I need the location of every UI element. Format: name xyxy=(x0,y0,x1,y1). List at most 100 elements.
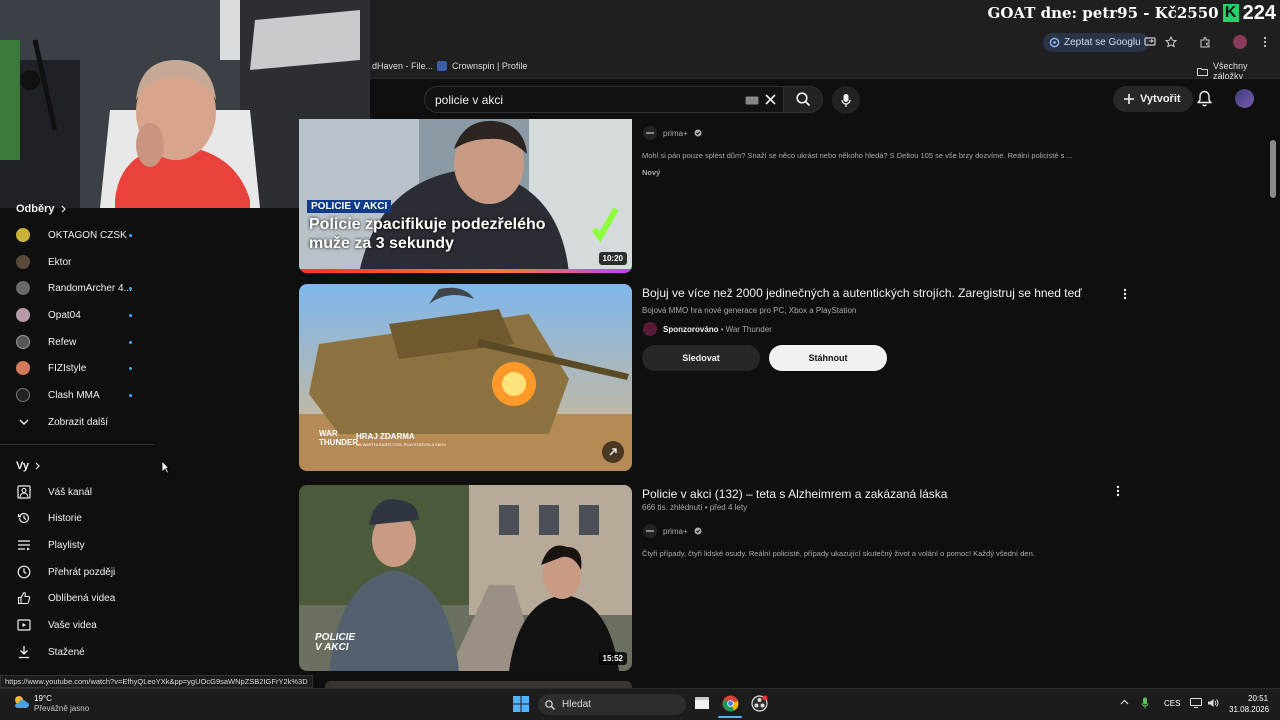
obs-icon[interactable] xyxy=(751,695,768,712)
verified-check-icon xyxy=(694,129,702,137)
channel-avatar xyxy=(16,281,30,295)
download-button[interactable]: Stáhnout xyxy=(769,345,887,371)
sidebar-item-opat04[interactable]: Opat04 xyxy=(16,305,156,325)
goat-text: GOAT dne: petr95 - Kč2550 xyxy=(987,4,1219,22)
sidebar-item-refew[interactable]: Refew xyxy=(16,332,156,352)
sidebar-item-randomarcher[interactable]: RandomArcher 4... xyxy=(16,278,156,298)
sidebar-item-liked-videos[interactable]: Oblíbená videa xyxy=(16,588,156,608)
ad-subtitle: Bojová MMO hra nové generace pro PC, Xbo… xyxy=(642,306,857,315)
sidebar-item-label: Opat04 xyxy=(48,309,81,321)
ask-google-button[interactable]: Zeptat se Googlu xyxy=(1043,33,1149,52)
microphone-icon xyxy=(841,93,851,108)
bookmark-label: dHaven - File... xyxy=(372,61,434,71)
new-content-dot xyxy=(129,366,132,370)
sidebar: Odběry OKTAGON CZSK Ektor RandomArcher 4… xyxy=(0,203,170,678)
sidebar-item-your-videos[interactable]: Vaše videa xyxy=(16,615,156,635)
network-icon[interactable] xyxy=(1190,698,1202,708)
show-more-button[interactable]: Zobrazit další xyxy=(16,412,156,432)
sidebar-item-clash-mma[interactable]: Clash MMA xyxy=(16,385,156,405)
keyboard-icon[interactable] xyxy=(745,96,759,105)
download-icon xyxy=(16,644,32,660)
channel-link[interactable]: prima+ xyxy=(643,524,702,538)
ad-thumbnail[interactable]: WAR THUNDER HRAJ ZDARMA NA WARTHUNDER.CO… xyxy=(299,284,632,471)
search-button[interactable] xyxy=(783,86,823,113)
screen-share-icon[interactable] xyxy=(1141,33,1159,51)
google-lens-icon xyxy=(1049,37,1060,48)
sidebar-item-ektor[interactable]: Ektor xyxy=(16,252,156,272)
subscriptions-title: Odběry xyxy=(16,203,55,215)
thumb-title-line-1: Policie zpacifikuje podezřelého xyxy=(309,216,546,233)
sidebar-item-label: Oblíbená videa xyxy=(48,592,116,604)
external-link-icon[interactable] xyxy=(602,441,624,463)
channel-avatar xyxy=(16,308,30,322)
history-icon xyxy=(16,510,32,526)
more-options-icon[interactable] xyxy=(1118,287,1132,301)
weather-icon[interactable] xyxy=(12,694,30,710)
channel-name: prima+ xyxy=(663,526,688,536)
star-bookmark-icon[interactable] xyxy=(1162,33,1180,51)
taskbar-search[interactable]: Hledat xyxy=(538,694,686,715)
ad-advertiser[interactable]: Sponzorováno • War Thunder xyxy=(643,322,772,336)
subscribe-button[interactable]: Sledovat xyxy=(642,345,760,371)
video-title[interactable]: Policie v akci (132) – teta s Alzheimrem… xyxy=(642,487,947,501)
channel-avatar xyxy=(16,335,30,349)
sidebar-item-label: Stažené xyxy=(48,646,85,658)
file-explorer-icon[interactable] xyxy=(694,696,710,710)
thumb-title-line-2: muže za 3 sekundy xyxy=(309,235,454,252)
sidebar-item-watch-later[interactable]: Přehrát později xyxy=(16,562,156,582)
channel-avatar xyxy=(16,361,30,375)
profile-avatar[interactable] xyxy=(1233,35,1247,49)
sidebar-item-fizistyle[interactable]: FIZIstyle xyxy=(16,358,156,378)
kick-logo: K xyxy=(1222,4,1239,22)
windows-start-icon[interactable] xyxy=(513,696,529,712)
page-scrollbar[interactable] xyxy=(1270,140,1276,198)
verified-check-icon xyxy=(694,527,702,535)
bookmark-item[interactable]: dHaven - File... xyxy=(372,61,433,71)
channel-avatar xyxy=(16,255,30,269)
sidebar-item-label: Ektor xyxy=(48,256,72,268)
microphone-tray-icon[interactable] xyxy=(1141,697,1149,709)
channel-name: prima+ xyxy=(663,128,688,138)
video-thumbnail[interactable]: POLICIE V AKCI 15:52 xyxy=(299,485,632,671)
all-bookmarks-button[interactable]: Všechny záložky xyxy=(1197,61,1280,81)
ad-title[interactable]: Bojuj ve více než 2000 jedinečných a aut… xyxy=(642,286,1082,300)
notifications-bell-icon[interactable] xyxy=(1197,90,1212,107)
sidebar-item-label: Vaše videa xyxy=(48,619,97,631)
voice-search-button[interactable] xyxy=(832,86,860,114)
bookmark-item[interactable]: Crownspin | Profile xyxy=(437,61,527,71)
thumb-tag: POLICIE V AKCI xyxy=(307,200,392,213)
language-indicator[interactable]: CES xyxy=(1164,699,1180,708)
you-heading[interactable]: Vy xyxy=(16,460,41,472)
clock-date[interactable]: 31.08.2026 xyxy=(1229,705,1269,714)
search-input[interactable]: policie v akci xyxy=(424,86,784,113)
account-avatar[interactable] xyxy=(1235,89,1254,108)
video-duration: 15:52 xyxy=(598,652,627,665)
channel-link[interactable]: prima+ xyxy=(643,126,702,140)
sidebar-item-your-channel[interactable]: Váš kanál xyxy=(16,482,156,502)
sidebar-item-history[interactable]: Historie xyxy=(16,508,156,528)
volume-icon[interactable] xyxy=(1207,698,1219,708)
extensions-icon[interactable] xyxy=(1196,33,1214,51)
chrome-icon[interactable] xyxy=(722,695,739,712)
clear-search-icon[interactable] xyxy=(765,94,776,105)
tray-chevron-up-icon[interactable] xyxy=(1120,699,1129,705)
new-content-dot xyxy=(129,286,132,290)
sidebar-item-playlists[interactable]: Playlisty xyxy=(16,535,156,555)
search-icon xyxy=(795,92,811,107)
crownspin-favicon xyxy=(437,61,447,71)
sidebar-item-downloads[interactable]: Stažené xyxy=(16,642,156,662)
video-thumbnail[interactable]: POLICIE V AKCI Policie zpacifikuje podez… xyxy=(299,119,632,273)
plus-icon xyxy=(1123,93,1135,105)
sponsored-label: Sponzorováno xyxy=(663,324,719,334)
browser-menu-icon[interactable] xyxy=(1256,33,1274,51)
create-button[interactable]: Vytvořit xyxy=(1113,86,1193,112)
playlist-icon xyxy=(16,537,32,553)
clock-time[interactable]: 20:51 xyxy=(1248,694,1268,703)
advertiser-avatar xyxy=(643,322,657,336)
next-video-thumbnail[interactable] xyxy=(325,681,632,688)
channel-avatar xyxy=(16,388,30,402)
new-content-dot xyxy=(129,233,132,237)
more-options-icon[interactable] xyxy=(1111,484,1125,498)
subscriptions-heading[interactable]: Odběry xyxy=(16,203,67,215)
sidebar-item-oktagon[interactable]: OKTAGON CZSK xyxy=(16,225,156,245)
